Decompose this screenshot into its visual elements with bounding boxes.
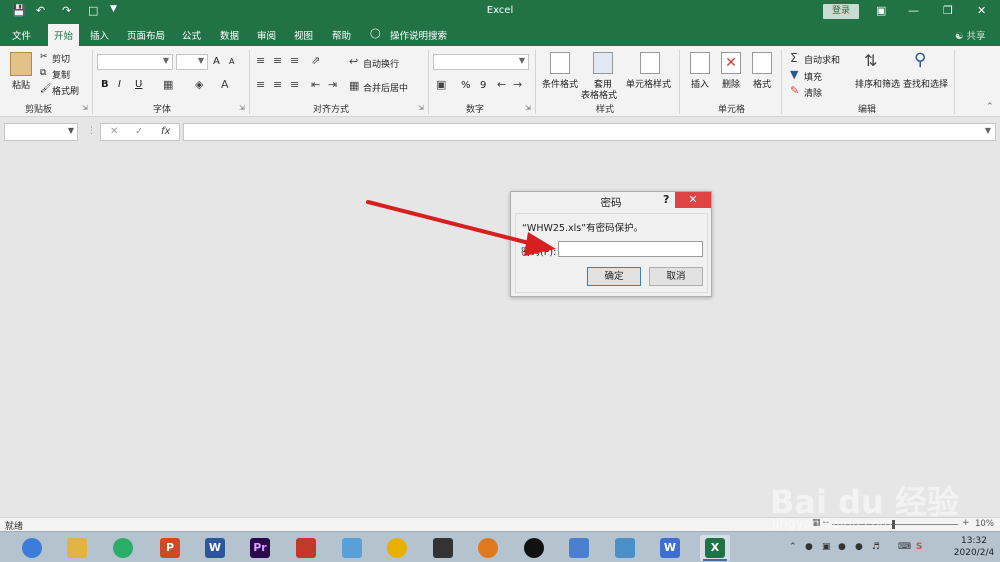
browser-icon	[22, 538, 42, 558]
app-13-icon	[569, 538, 589, 558]
wps-icon: W	[660, 538, 680, 558]
taskbar-video-app[interactable]	[428, 535, 458, 561]
app-14-icon	[615, 538, 635, 558]
clock-date: 2020/2/4	[953, 548, 995, 558]
watermark-url: jingyan.baidu.com	[772, 517, 892, 532]
video-app-icon	[433, 538, 453, 558]
wechat-icon	[113, 538, 133, 558]
taskbar-premiere[interactable]: Pr	[245, 535, 275, 561]
taskbar-file-explorer[interactable]	[62, 535, 92, 561]
taskbar-wechat[interactable]	[108, 535, 138, 561]
excel-icon: X	[705, 538, 725, 558]
taskbar-app-13[interactable]	[564, 535, 594, 561]
taskbar-excel[interactable]: X	[700, 535, 730, 561]
taskbar-app-14[interactable]	[610, 535, 640, 561]
baidu-watermark: Bai du 经验 jingyan.baidu.com	[770, 455, 1000, 545]
taskbar-app-8[interactable]	[337, 535, 367, 561]
powerpoint-icon: P	[160, 538, 180, 558]
app-8-icon	[342, 538, 362, 558]
app-7-icon	[296, 538, 316, 558]
taskbar-app-7[interactable]	[291, 535, 321, 561]
premiere-icon: Pr	[250, 538, 270, 558]
qq-icon	[524, 538, 544, 558]
app-11-icon	[478, 538, 498, 558]
taskbar-chrome[interactable]	[382, 535, 412, 561]
taskbar-word[interactable]: W	[200, 535, 230, 561]
taskbar-wps[interactable]: W	[655, 535, 685, 561]
taskbar-qq[interactable]	[519, 535, 549, 561]
taskbar-app-11[interactable]	[473, 535, 503, 561]
taskbar-powerpoint[interactable]: P	[155, 535, 185, 561]
folder-icon	[67, 538, 87, 558]
chrome-icon	[387, 538, 407, 558]
taskbar-browser[interactable]	[17, 535, 47, 561]
word-icon: W	[205, 538, 225, 558]
